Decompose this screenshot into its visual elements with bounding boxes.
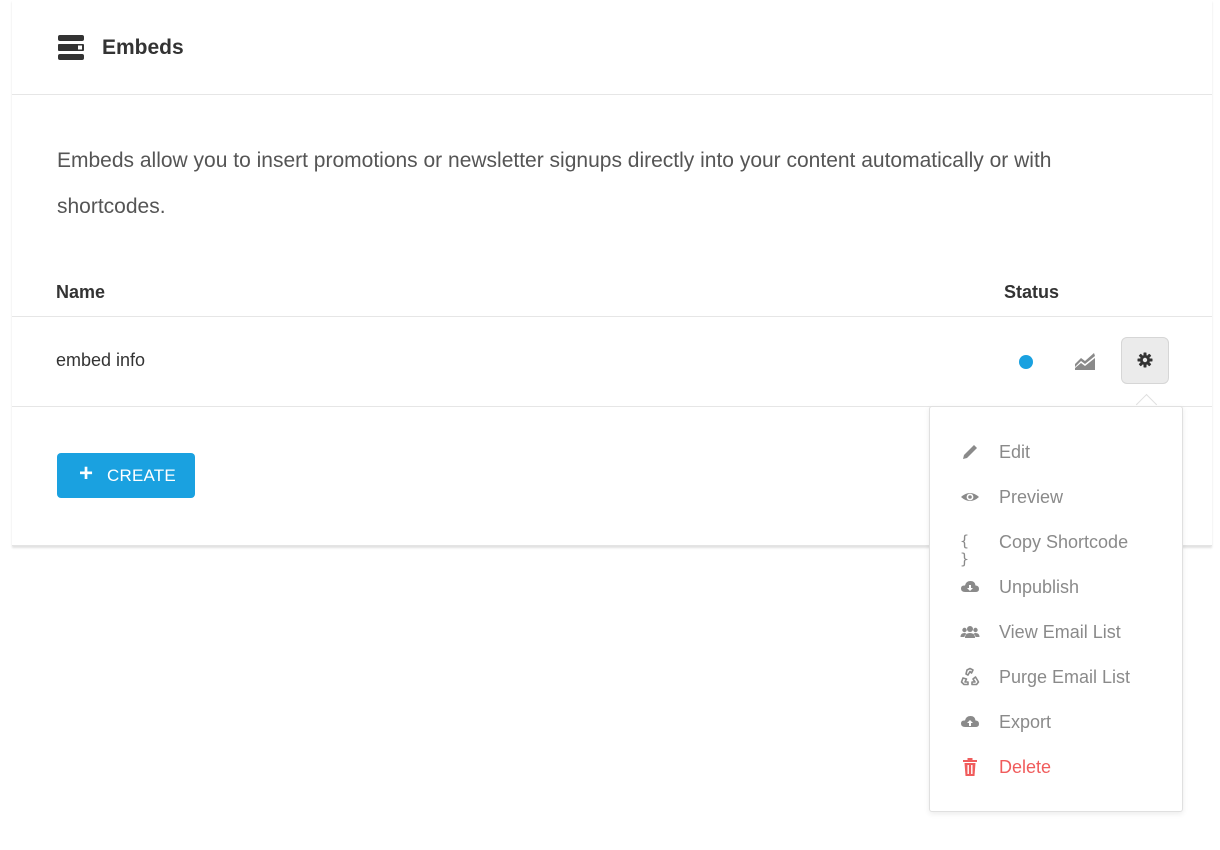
menu-item-label: Edit	[999, 442, 1031, 462]
trash-icon	[963, 758, 977, 776]
menu-item-copy-shortcode[interactable]: { } Copy Shortcode	[930, 522, 1182, 568]
recycle-icon	[960, 667, 980, 686]
pencil-icon	[963, 445, 977, 459]
menu-item-label: Unpublish	[999, 577, 1080, 597]
panel-header: Embeds	[12, 0, 1212, 95]
settings-button[interactable]	[1121, 337, 1169, 384]
page-title: Embeds	[102, 36, 184, 59]
chart-area-icon[interactable]	[1074, 351, 1096, 371]
plus-icon: +	[79, 460, 94, 487]
menu-item-label: Preview	[999, 487, 1064, 507]
cloud-download-icon	[961, 581, 979, 592]
gear-icon	[1137, 352, 1153, 368]
embed-name[interactable]: embed info	[56, 350, 145, 371]
braces-icon: { }	[960, 532, 970, 568]
menu-item-preview[interactable]: Preview	[930, 477, 1182, 517]
menu-item-export[interactable]: Export	[930, 702, 1182, 742]
page-description: Embeds allow you to insert promotions or…	[57, 149, 1052, 218]
menu-item-label: Delete	[999, 757, 1052, 777]
menu-item-label: Export	[999, 712, 1052, 732]
menu-item-unpublish[interactable]: Unpublish	[930, 567, 1182, 607]
create-button[interactable]: + CREATE	[57, 453, 195, 498]
table-row: embed info	[12, 317, 1212, 407]
menu-item-edit[interactable]: Edit	[930, 432, 1182, 472]
cloud-upload-icon	[961, 716, 979, 727]
eye-icon	[961, 493, 979, 501]
users-icon	[960, 626, 980, 638]
column-header-status: Status	[1004, 282, 1060, 302]
menu-item-label: View Email List	[999, 622, 1121, 642]
embed-icon	[58, 35, 84, 60]
menu-item-label: Copy Shortcode	[999, 532, 1129, 552]
actions-menu: Edit Preview { } Copy Shortcode Unpublis…	[929, 406, 1183, 812]
menu-item-view-email-list[interactable]: View Email List	[930, 612, 1182, 652]
column-header-name: Name	[56, 282, 106, 302]
create-button-label: CREATE	[107, 466, 176, 485]
menu-item-purge-email-list[interactable]: Purge Email List	[930, 657, 1182, 697]
table-header: Name Status	[12, 270, 1212, 317]
status-indicator	[1019, 355, 1033, 369]
menu-item-delete[interactable]: Delete	[930, 747, 1182, 787]
menu-item-label: Purge Email List	[999, 667, 1131, 687]
